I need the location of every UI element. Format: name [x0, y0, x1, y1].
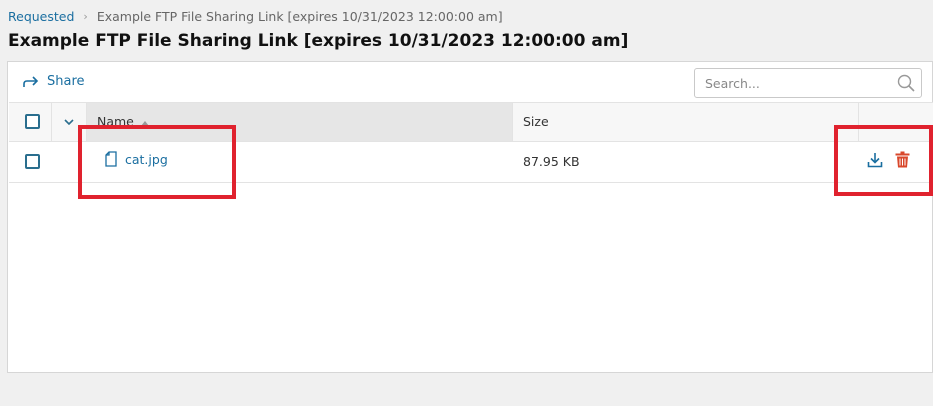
page-title: Example FTP File Sharing Link [expires 1…: [8, 31, 629, 51]
select-all-cell: [9, 103, 87, 141]
share-label: Share: [47, 74, 85, 89]
breadcrumb: Requested › Example FTP File Sharing Lin…: [8, 9, 503, 24]
column-header-size-label: Size: [523, 114, 549, 129]
row-checkbox[interactable]: [25, 154, 40, 169]
select-all-checkbox[interactable]: [25, 114, 40, 129]
breadcrumb-separator-icon: ›: [83, 10, 88, 23]
file-size: 87.95 KB: [523, 154, 580, 169]
file-list-panel: Share Name Size: [7, 61, 933, 373]
search-icon[interactable]: [897, 74, 915, 92]
breadcrumb-current: Example FTP File Sharing Link [expires 1…: [96, 9, 503, 24]
highlight-box-row-actions: [834, 125, 933, 196]
share-button[interactable]: Share: [22, 74, 85, 89]
toolbar: Share: [8, 62, 932, 102]
share-arrow-icon: [23, 75, 39, 87]
chevron-down-icon: [64, 119, 74, 125]
breadcrumb-link-requested[interactable]: Requested: [8, 9, 74, 24]
column-header-size[interactable]: Size: [513, 103, 859, 141]
search-box: [694, 68, 922, 98]
search-input[interactable]: [695, 69, 885, 97]
highlight-box-file-name: [78, 125, 236, 199]
